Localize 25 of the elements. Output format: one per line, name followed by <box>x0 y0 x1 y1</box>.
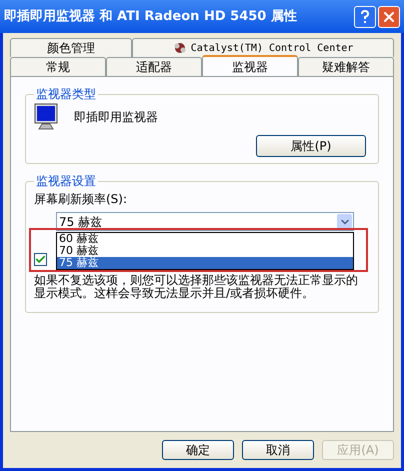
warning-note: 如果不复选该项，则您可以选择那些该监视器无法正常显示的显示模式。这样会导致无法显示并且/或者损坏硬件。 <box>34 274 359 300</box>
tab[interactable]: Catalyst(TM) Control Center <box>132 38 394 57</box>
close-button[interactable] <box>378 6 400 28</box>
properties-button[interactable]: 属性(P) <box>256 135 366 157</box>
monitor-icon <box>34 103 58 131</box>
hide-modes-checkbox[interactable] <box>34 253 47 266</box>
tab[interactable]: 颜色管理 <box>10 38 132 57</box>
dialog-button[interactable]: 取消 <box>242 440 314 460</box>
dropdown-option[interactable]: 60 赫兹 <box>57 233 353 245</box>
refresh-rate-label: 屏幕刷新频率(S): <box>34 191 128 208</box>
help-button[interactable] <box>354 6 376 28</box>
group-title: 监视器设置 <box>35 173 97 190</box>
check-icon <box>35 254 46 265</box>
dropdown-option[interactable]: 70 赫兹 <box>57 245 353 257</box>
window-title: 即插即用监视器 和 ATI Radeon HD 5450 属性 <box>4 8 298 26</box>
group-title: 监视器类型 <box>35 86 97 103</box>
tab[interactable]: 监视器 <box>202 55 298 76</box>
help-icon <box>360 10 370 24</box>
tab[interactable]: 常规 <box>10 57 106 76</box>
tab[interactable]: 疑难解答 <box>298 57 394 76</box>
dialog-button[interactable]: 确定 <box>162 440 234 460</box>
dropdown-option[interactable]: 75 赫兹 <box>57 257 353 269</box>
monitor-name: 即插即用监视器 <box>74 109 158 126</box>
tab[interactable]: 适配器 <box>106 57 202 76</box>
flower-icon <box>172 42 187 54</box>
